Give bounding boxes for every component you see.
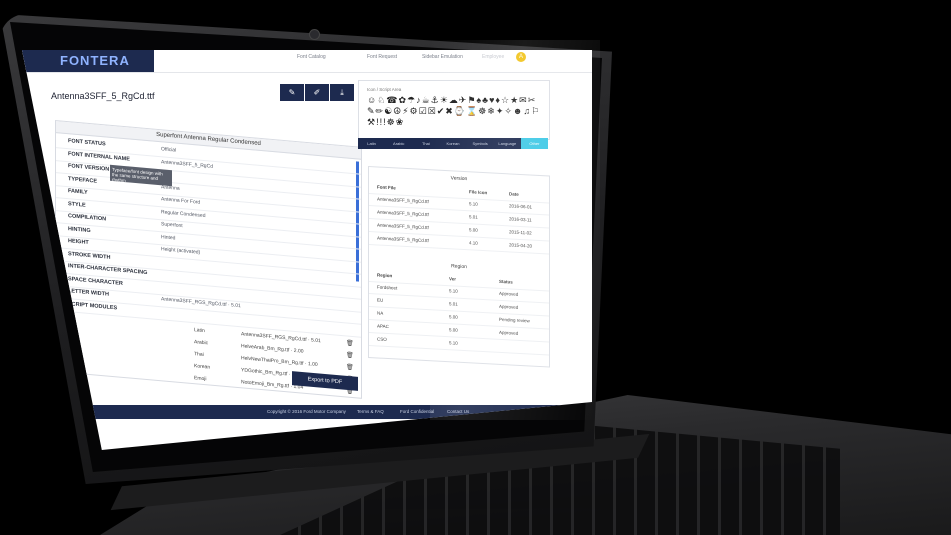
file-bar: Antenna3SFF_5_RgCd.ttf ✎ ✐ ⤓ — [47, 84, 354, 106]
notification-icon[interactable]: A — [516, 52, 526, 62]
detail-value: Antenna For Ford — [161, 196, 201, 206]
brand-logo[interactable]: FONTERA — [22, 50, 154, 72]
detail-value: Regular Condensed — [161, 208, 206, 219]
version-date: 2016-06-01 — [509, 203, 533, 210]
tab-symbols[interactable]: Symbols — [467, 138, 494, 149]
download-icon[interactable]: ⤓ — [330, 84, 354, 101]
version-number: 4.10 — [469, 240, 478, 246]
tab-language[interactable]: Language — [494, 138, 521, 149]
version-file: Antenna3SFF_5_RgCd.ttf — [377, 222, 429, 231]
detail-label: Letter Width — [68, 288, 109, 298]
col-region: Region — [377, 272, 393, 279]
version-number: 5.00 — [469, 227, 478, 233]
detail-value: Superfont — [161, 221, 183, 230]
version-number: 5.01 — [469, 214, 478, 220]
script-tabs: Latin Arabic Thai Korean Symbols Language Othe… — [358, 138, 548, 149]
glyph-title: Icon / Script Area — [367, 87, 402, 92]
script-language: Latin — [194, 327, 205, 335]
tab-latin[interactable]: Latin — [358, 138, 385, 149]
top-bar: FONTERA Font Catalog Font Request Sideba… — [22, 50, 592, 73]
region-name: APAC — [377, 323, 389, 330]
region-ver: 5.00 — [449, 314, 458, 320]
tab-other[interactable]: Other — [520, 138, 548, 149]
region-ver: 5.10 — [449, 340, 458, 346]
version-file: Antenna3SFF_5_RgCd.ttf — [377, 235, 429, 244]
region-name: NA — [377, 310, 384, 316]
col-file-icon: File Icon — [469, 189, 488, 196]
trash-icon[interactable]: 🗑 — [346, 363, 354, 371]
footer-terms-link[interactable]: Terms & FAQ — [357, 409, 384, 414]
region-ver: 5.00 — [449, 327, 458, 333]
version-date: 2016-03-11 — [509, 216, 532, 223]
version-file: Antenna3SFF_5_RgCd.ttf — [377, 209, 429, 218]
app-screen: FONTERA Font Catalog Font Request Sideba… — [22, 50, 592, 450]
glyph-grid: ☺♘☎✿☂♪☕⚓☀☁✈⚑♠♣♥♦☆★✉✂✎✏☯☮⚡⚙☑☒✔✖⌚⌛☸❄✦✧☻♫⚐⚒… — [367, 95, 541, 127]
webcam-icon — [309, 29, 320, 40]
script-language: Thai — [194, 351, 204, 359]
region-name: Fordsheet — [377, 284, 398, 291]
tab-thai[interactable]: Thai — [412, 138, 439, 149]
edit-icon[interactable]: ✎ — [280, 84, 304, 101]
script-language: Arabic — [194, 339, 209, 347]
version-date: 2015-04-20 — [509, 242, 533, 249]
laptop-scene: FONTERA Font Catalog Font Request Sideba… — [0, 0, 951, 535]
script-language: Emoji — [194, 375, 207, 383]
detail-label: Hinting — [68, 225, 91, 234]
version-file: Antenna3SFF_5_RgCd.ttf — [377, 196, 429, 205]
detail-label: Stroke Width — [68, 250, 111, 261]
nav-font-catalog[interactable]: Font Catalog — [297, 54, 326, 60]
pen-icon[interactable]: ✐ — [305, 84, 329, 101]
col-font-file: Font File — [377, 184, 396, 191]
tab-korean[interactable]: Korean — [439, 138, 466, 149]
detail-label: Font Internal Name — [68, 150, 130, 163]
region-status: Approved — [499, 303, 519, 310]
footer-contact-link[interactable]: Contact Us — [447, 409, 469, 414]
region-status: Approved — [499, 329, 519, 336]
col-status: Status — [499, 278, 513, 285]
detail-label: Compilation — [68, 213, 107, 223]
col-date: Date — [509, 191, 519, 197]
detail-label: Typeface — [68, 175, 98, 185]
font-details-panel: Superfont Antenna Regular Condensed Type… — [55, 120, 362, 399]
nav-font-request[interactable]: Font Request — [367, 54, 397, 60]
tab-arabic[interactable]: Arabic — [385, 138, 412, 149]
script-language: Korean — [194, 363, 211, 371]
detail-value: Antenna3SFF_5_RgCd — [161, 158, 213, 170]
detail-label: Style — [68, 200, 86, 209]
region-name: EU — [377, 297, 384, 303]
detail-label: Height — [68, 238, 89, 246]
region-ver: 5.10 — [449, 288, 458, 294]
nav-sidebar-emulation[interactable]: Sidebar Emulation — [422, 54, 463, 60]
detail-value: Height (activated) — [161, 246, 201, 256]
detail-label: Space Character — [68, 275, 123, 287]
detail-value: Hinted — [161, 233, 176, 242]
footer-confidential-link[interactable]: Ford Confidential — [400, 409, 434, 414]
nav-employee[interactable]: Employee — [482, 54, 504, 60]
detail-label: Font Version — [68, 163, 110, 173]
file-name: Antenna3SFF_5_RgCd.ttf — [51, 91, 155, 101]
region-status: Pending review — [499, 316, 530, 324]
version-date: 2015-11-02 — [509, 229, 532, 236]
detail-value: Official — [161, 146, 177, 154]
col-ver: Ver — [449, 276, 457, 282]
detail-label: Font Status — [68, 138, 106, 148]
glyph-preview: Icon / Script Area ☺♘☎✿☂♪☕⚓☀☁✈⚑♠♣♥♦☆★✉✂✎… — [358, 80, 550, 140]
region-status: Approved — [499, 290, 519, 297]
version-region-panel: Version Font File File Icon Date Antenna… — [368, 166, 550, 368]
detail-label: Script Modules — [68, 300, 118, 311]
trash-icon[interactable]: 🗑 — [346, 351, 354, 359]
version-number: 5.10 — [469, 201, 478, 207]
detail-label: Family — [68, 188, 88, 196]
region-ver: 5.01 — [449, 301, 458, 307]
script-file: HelveArab_Bm_Rg.ttf · 2.00 — [241, 343, 304, 355]
region-name: CSO — [377, 336, 387, 342]
trash-icon[interactable]: 🗑 — [346, 339, 354, 347]
footer-copyright: Copyright © 2016 Ford Motor Company — [267, 409, 346, 414]
